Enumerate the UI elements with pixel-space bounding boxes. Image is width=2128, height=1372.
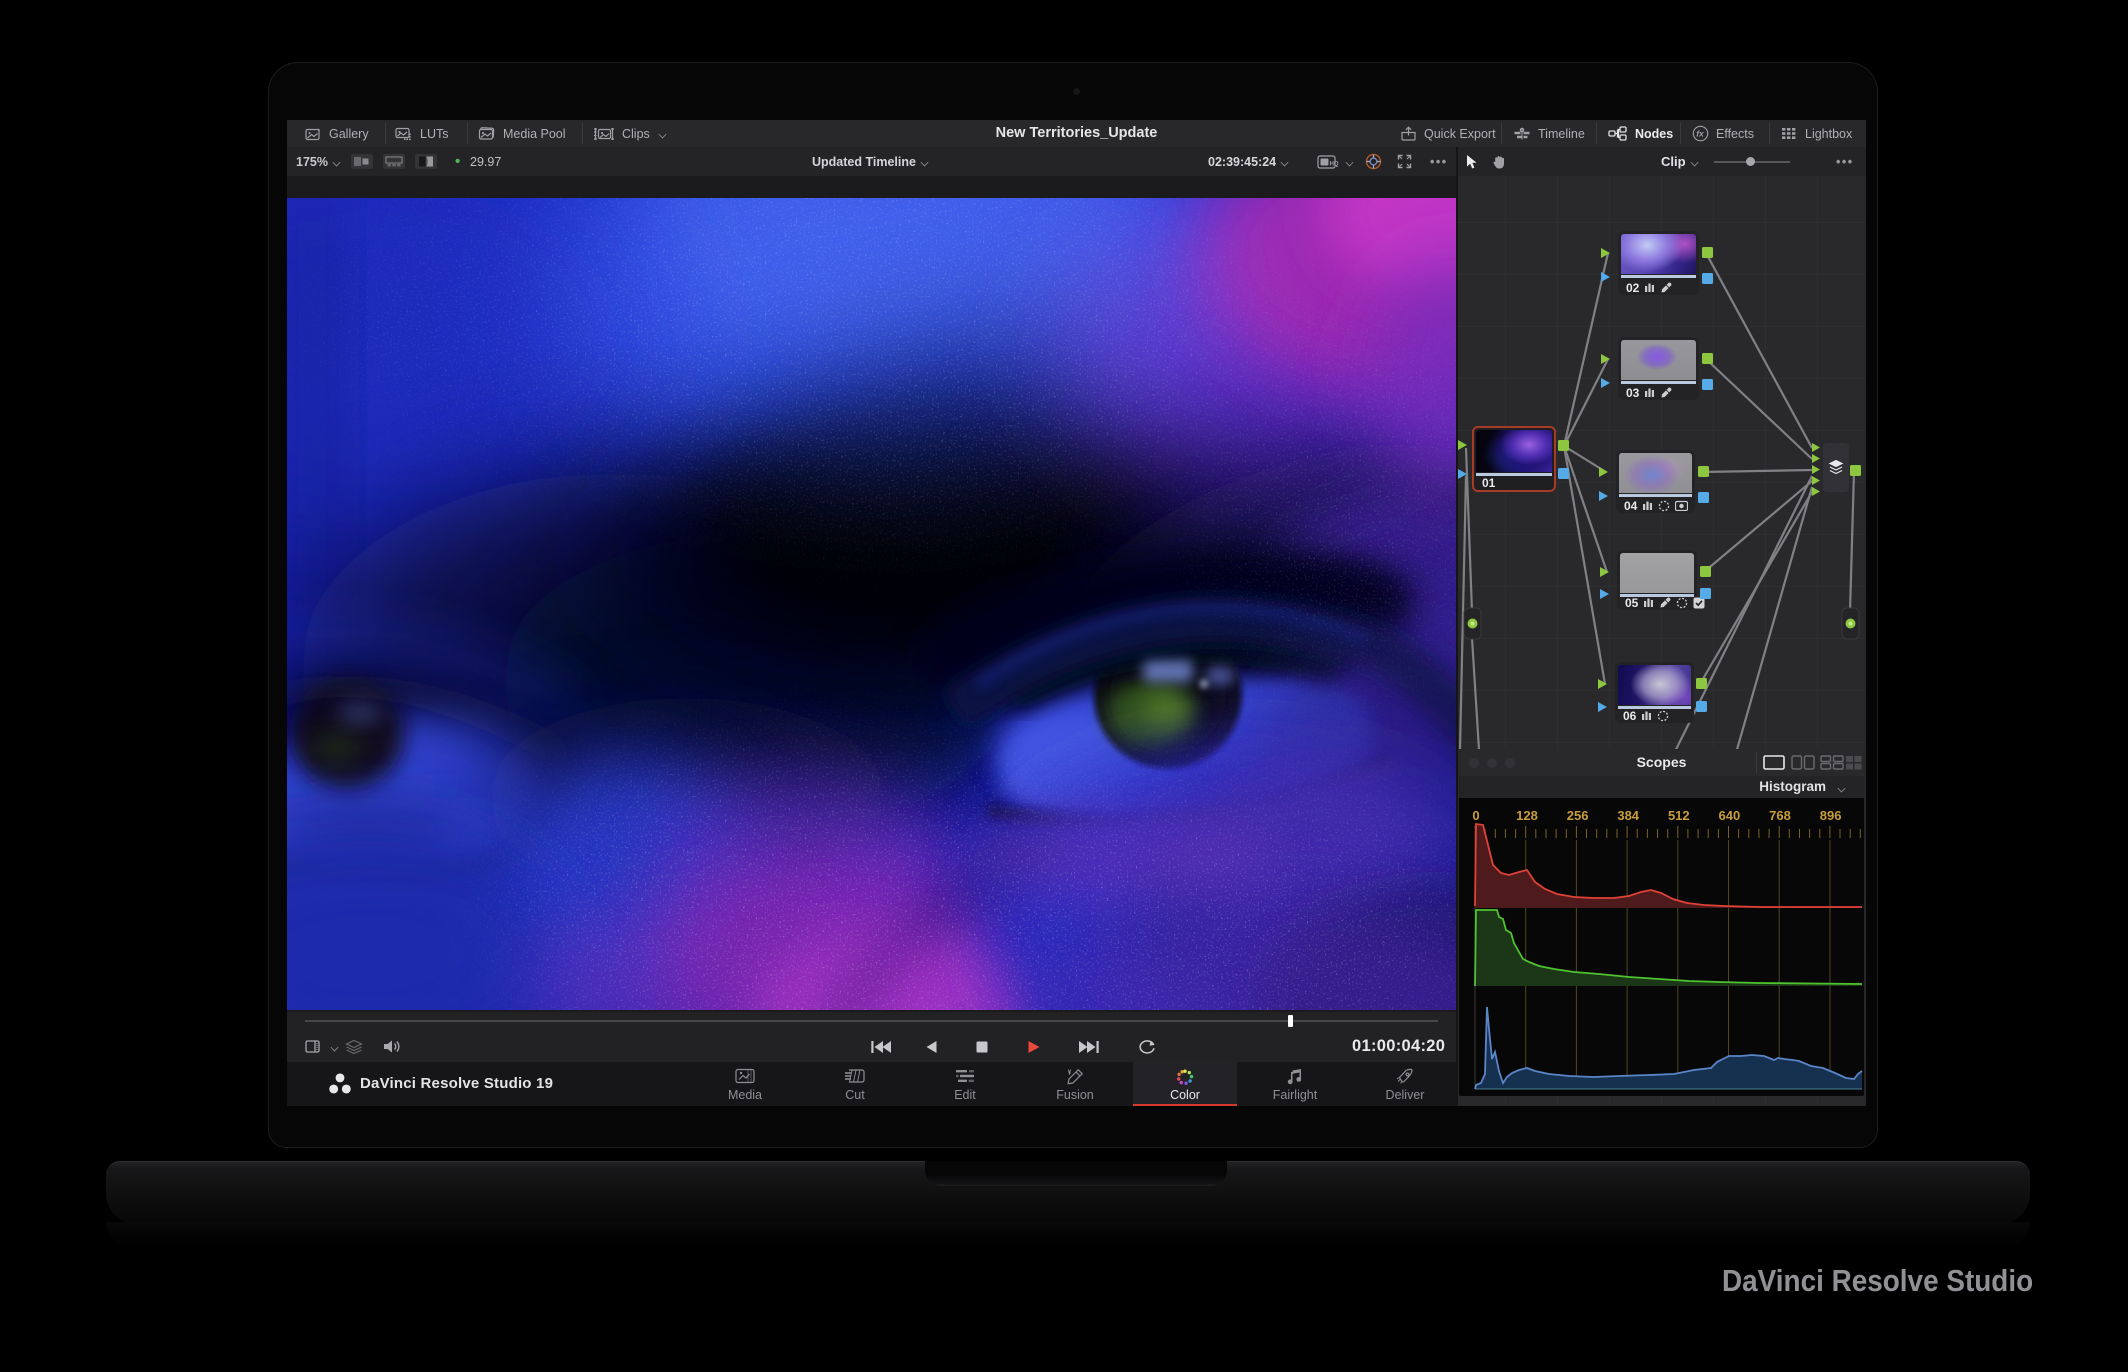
svg-text:640: 640 bbox=[1719, 808, 1741, 823]
svg-text:896: 896 bbox=[1820, 808, 1842, 823]
svg-text:HQ: HQ bbox=[1330, 161, 1339, 167]
svg-text:128: 128 bbox=[1516, 808, 1538, 823]
svg-text:512: 512 bbox=[1668, 808, 1690, 823]
svg-text:768: 768 bbox=[1769, 808, 1791, 823]
svg-text:0: 0 bbox=[1472, 808, 1479, 823]
svg-text:384: 384 bbox=[1617, 808, 1639, 823]
svg-text:256: 256 bbox=[1567, 808, 1589, 823]
